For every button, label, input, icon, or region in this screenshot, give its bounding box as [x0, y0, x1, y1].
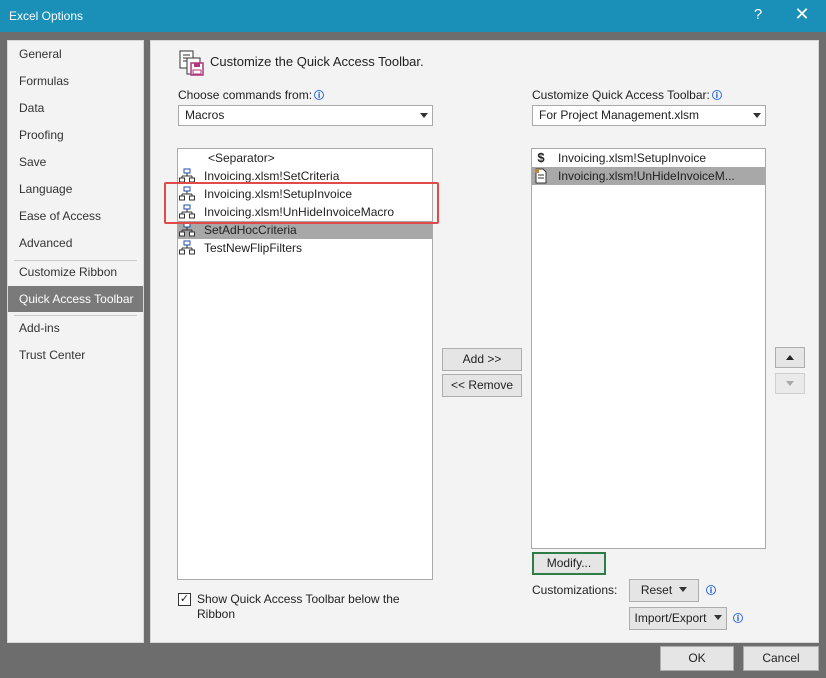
- help-button[interactable]: ?: [750, 6, 766, 23]
- cancel-button[interactable]: Cancel: [743, 646, 819, 671]
- chevron-down-icon: [679, 587, 688, 592]
- list-item[interactable]: <Separator>: [178, 149, 432, 167]
- sidebar-item-proofing[interactable]: Proofing: [8, 122, 143, 148]
- modify-button[interactable]: Modify...: [532, 552, 606, 575]
- import-export-button[interactable]: Import/Export: [629, 607, 727, 630]
- title-bar: Excel Options ? ✕: [0, 0, 826, 32]
- sidebar-item-save[interactable]: Save: [8, 149, 143, 175]
- arrow-up-icon: [786, 355, 794, 360]
- choose-commands-label: Choose commands from: i: [178, 88, 325, 102]
- info-icon[interactable]: i: [733, 613, 743, 623]
- sidebar-item-formulas[interactable]: Formulas: [8, 68, 143, 94]
- show-below-ribbon-label: Show Quick Access Toolbar below the Ribb…: [197, 592, 400, 621]
- options-sidebar: General Formulas Data Proofing Save Lang…: [7, 40, 144, 643]
- sidebar-item-general[interactable]: General: [8, 41, 143, 67]
- add-button[interactable]: Add >>: [442, 348, 522, 371]
- show-below-ribbon-checkbox[interactable]: ✓: [178, 593, 191, 606]
- page-title: Customize the Quick Access Toolbar.: [210, 54, 424, 69]
- qat-panel: Customize the Quick Access Toolbar. Choo…: [150, 40, 819, 643]
- info-icon[interactable]: i: [711, 90, 722, 100]
- sidebar-item-ease-of-access[interactable]: Ease of Access: [8, 203, 143, 229]
- customize-qat-dropdown[interactable]: For Project Management.xlsm: [532, 105, 766, 126]
- info-icon[interactable]: i: [706, 585, 716, 595]
- move-up-button[interactable]: [775, 347, 805, 368]
- window-title: Excel Options: [9, 9, 84, 23]
- toolbar-commands-list[interactable]: $ Invoicing.xlsm!SetupInvoice Invoicing.…: [531, 148, 766, 549]
- dollar-sign-icon: $: [537, 150, 545, 165]
- sidebar-item-advanced[interactable]: Advanced: [8, 230, 143, 256]
- document-icon: [535, 168, 547, 184]
- macro-flowchart-icon: [179, 222, 195, 237]
- chevron-down-icon: [713, 615, 722, 620]
- chevron-down-icon: [420, 113, 428, 118]
- quick-access-toolbar-icon: [179, 50, 204, 76]
- customize-qat-value: For Project Management.xlsm: [539, 108, 700, 122]
- choose-commands-dropdown[interactable]: Macros: [178, 105, 433, 126]
- choose-commands-value: Macros: [185, 108, 225, 122]
- close-button[interactable]: ✕: [792, 4, 812, 25]
- move-down-button[interactable]: [775, 373, 805, 394]
- list-item[interactable]: Invoicing.xlsm!UnHideInvoiceM...: [532, 167, 765, 185]
- sidebar-item-trust-center[interactable]: Trust Center: [8, 342, 143, 368]
- reset-button[interactable]: Reset: [629, 579, 699, 602]
- macro-flowchart-icon: [179, 240, 195, 255]
- list-item[interactable]: $ Invoicing.xlsm!SetupInvoice: [532, 149, 765, 167]
- sidebar-item-data[interactable]: Data: [8, 95, 143, 121]
- chevron-down-icon: [753, 113, 761, 118]
- customizations-label: Customizations:: [532, 583, 618, 597]
- sidebar-item-customize-ribbon[interactable]: Customize Ribbon: [8, 259, 143, 285]
- sidebar-item-language[interactable]: Language: [8, 176, 143, 202]
- customize-qat-label: Customize Quick Access Toolbar: i: [532, 88, 722, 102]
- sidebar-item-quick-access-toolbar[interactable]: Quick Access Toolbar: [8, 286, 143, 312]
- sidebar-item-add-ins[interactable]: Add-ins: [8, 315, 143, 341]
- annotation-highlight: [164, 182, 439, 224]
- list-item[interactable]: TestNewFlipFilters: [178, 239, 432, 257]
- info-icon[interactable]: i: [314, 90, 325, 100]
- arrow-down-icon: [786, 381, 794, 386]
- ok-button[interactable]: OK: [660, 646, 734, 671]
- remove-button[interactable]: << Remove: [442, 374, 522, 397]
